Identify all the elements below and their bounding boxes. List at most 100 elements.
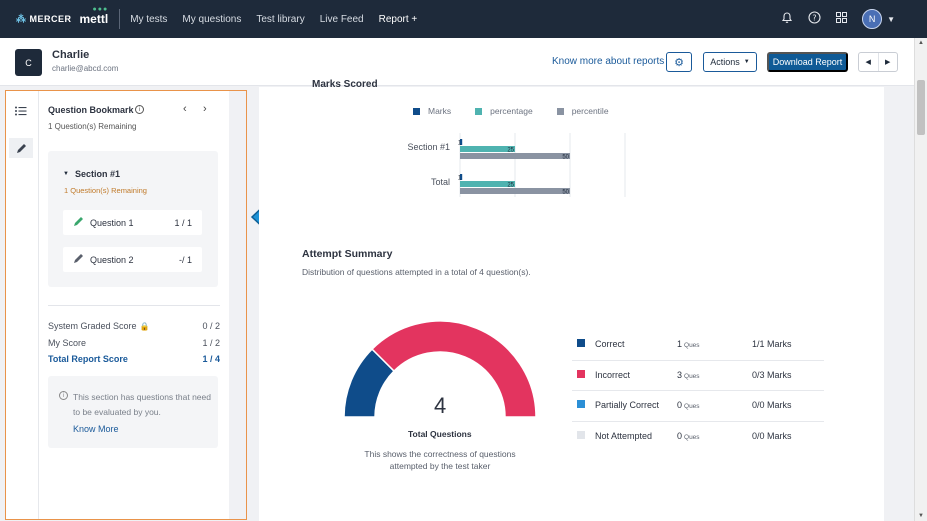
legend-label: percentage: [490, 106, 533, 116]
data-label: 50: [562, 155, 569, 161]
legend-label: Marks: [428, 106, 452, 116]
list-icon[interactable]: [9, 101, 33, 121]
summary-row-not-attempted: Not Attempted 0 Ques 0/0 Marks: [572, 422, 824, 453]
caret-down-icon: ▼: [743, 59, 750, 65]
data-label: 25: [507, 148, 514, 154]
page-scrollbar[interactable]: ▲ ▼: [914, 38, 927, 521]
legend-swatch: [475, 107, 483, 115]
summary-row-partially-correct: Partially Correct 0 Ques 0/0 Marks: [572, 391, 824, 422]
info-icon: i: [59, 391, 68, 400]
attempt-summary-title: Attempt Summary: [302, 248, 393, 260]
chart-legend: Marks percentage percentile: [413, 106, 633, 116]
top-navbar: ⁂ MERCER ●●● mettl My tests My questions…: [0, 0, 927, 38]
question-card-2[interactable]: Question 2 -/ 1: [63, 247, 202, 272]
bookmark-title: Question Bookmark: [48, 105, 134, 115]
chevron-down-icon[interactable]: ▼: [887, 15, 895, 24]
nav-test-library[interactable]: Test library: [256, 14, 304, 25]
status-swatch: [577, 339, 585, 347]
summary-row-incorrect: Incorrect 3 Ques 0/3 Marks: [572, 361, 824, 391]
total-report-score-row: Total Report Score 1 / 4: [48, 354, 220, 364]
nav-right-tools: ? N ▼: [767, 0, 895, 38]
question-card-1[interactable]: Question 1 1 / 1: [63, 210, 202, 235]
know-more-link[interactable]: Know More: [73, 424, 119, 434]
status-marks: 0/0 Marks: [752, 430, 792, 441]
mettl-dots-icon: ●●●: [92, 6, 109, 13]
actions-dropdown[interactable]: Actions ▼: [703, 52, 757, 72]
note-text: This section has questions that need to …: [73, 392, 211, 417]
prev-candidate-icon[interactable]: ◀: [859, 53, 878, 71]
status-count: 0 Ques: [677, 430, 700, 441]
attempt-summary-table: Correct 1 Ques 1/1 Marks Incorrect 3 Ques …: [572, 330, 824, 452]
lock-icon: 🔒: [139, 322, 150, 331]
question-name: Question 2: [90, 255, 134, 265]
status-count: 0 Ques: [677, 400, 700, 410]
nav-my-tests[interactable]: My tests: [130, 14, 167, 25]
score-value: 1 / 4: [202, 354, 220, 364]
score-label: System Graded Score: [48, 321, 137, 331]
status-marks: 0/0 Marks: [752, 400, 792, 410]
legend-percentage[interactable]: percentage: [475, 106, 533, 116]
legend-swatch: [413, 107, 420, 115]
total-questions-count: 4: [434, 393, 447, 418]
score-value: 0 / 2: [202, 321, 220, 331]
nav-my-questions[interactable]: My questions: [182, 14, 241, 25]
download-report-button[interactable]: Download Report: [767, 52, 848, 72]
help-icon[interactable]: ?: [807, 11, 821, 27]
section-title[interactable]: Section #1: [75, 169, 120, 179]
donut-segment-incorrect[interactable]: [371, 321, 536, 418]
mercer-logo[interactable]: ⁂ MERCER: [16, 14, 72, 25]
score-value: 1 / 2: [202, 338, 220, 348]
mettl-wordmark: mettl: [79, 12, 109, 26]
attempt-summary-subtitle: Distribution of questions attempted in a…: [302, 267, 531, 277]
question-bookmark-panel: Question Bookmark i ‹ › 1 Question(s) Re…: [39, 91, 229, 519]
status-name: Not Attempted: [595, 430, 653, 441]
data-label: 25: [507, 183, 514, 189]
settings-button[interactable]: ⚙: [666, 52, 692, 72]
data-label: 50: [562, 190, 569, 196]
legend-marks[interactable]: Marks: [413, 106, 451, 116]
status-name: Correct: [595, 339, 625, 349]
legend-percentile[interactable]: percentile: [556, 106, 609, 116]
pen-icon[interactable]: [9, 138, 33, 158]
status-name: Incorrect: [595, 369, 631, 380]
donut-description: This shows the correctness of questions …: [364, 449, 516, 471]
my-score-row: My Score 1 / 2: [48, 338, 220, 348]
report-main: Marks Scored Marks percentage percentile…: [259, 79, 884, 521]
bookmark-remaining: 1 Question(s) Remaining: [48, 122, 137, 131]
candidate-name: Charlie: [52, 49, 90, 61]
scrollbar-thumb[interactable]: [917, 80, 925, 135]
know-more-reports-link[interactable]: Know more about reports: [552, 56, 664, 67]
nav-report[interactable]: Report +: [379, 14, 418, 25]
bar-percentile[interactable]: [460, 188, 570, 194]
marks-scored-heading: Marks Scored: [312, 79, 378, 90]
legend-label: percentile: [571, 106, 609, 116]
chevron-right-icon[interactable]: ›: [203, 103, 207, 115]
mercer-wordmark: MERCER: [29, 14, 72, 24]
scroll-down-icon[interactable]: ▼: [918, 513, 924, 519]
bar-percentile[interactable]: [460, 153, 570, 159]
status-count: 3 Ques: [677, 369, 700, 380]
caret-down-icon[interactable]: ▼: [63, 171, 69, 177]
info-icon[interactable]: i: [135, 105, 144, 114]
user-avatar-menu[interactable]: N: [862, 9, 883, 29]
nav-live-feed[interactable]: Live Feed: [320, 14, 364, 25]
pen-icon: [73, 253, 84, 267]
score-label: My Score: [48, 338, 87, 348]
report-header: C Charlie charlie@abcd.com Know more abo…: [0, 38, 914, 86]
question-score: -/ 1: [178, 255, 192, 265]
next-candidate-icon[interactable]: ▶: [877, 53, 898, 71]
evaluation-note: i This section has questions that need t…: [48, 376, 218, 448]
status-swatch: [577, 400, 585, 408]
scroll-up-icon[interactable]: ▲: [918, 40, 924, 46]
legend-swatch: [556, 107, 564, 115]
nav-links: My tests My questions Test library Live …: [130, 0, 432, 38]
section-group: ▼ Section #1 1 Question(s) Remaining Que…: [48, 151, 218, 287]
chevron-left-icon[interactable]: ‹: [183, 103, 187, 115]
status-marks: 0/3 Marks: [752, 369, 792, 380]
mettl-logo[interactable]: ●●● mettl: [79, 6, 109, 26]
status-swatch: [577, 430, 585, 439]
apps-grid-icon[interactable]: [834, 12, 848, 26]
question-name: Question 1: [90, 218, 134, 228]
pen-icon: [73, 216, 84, 230]
bell-icon[interactable]: [780, 11, 794, 27]
